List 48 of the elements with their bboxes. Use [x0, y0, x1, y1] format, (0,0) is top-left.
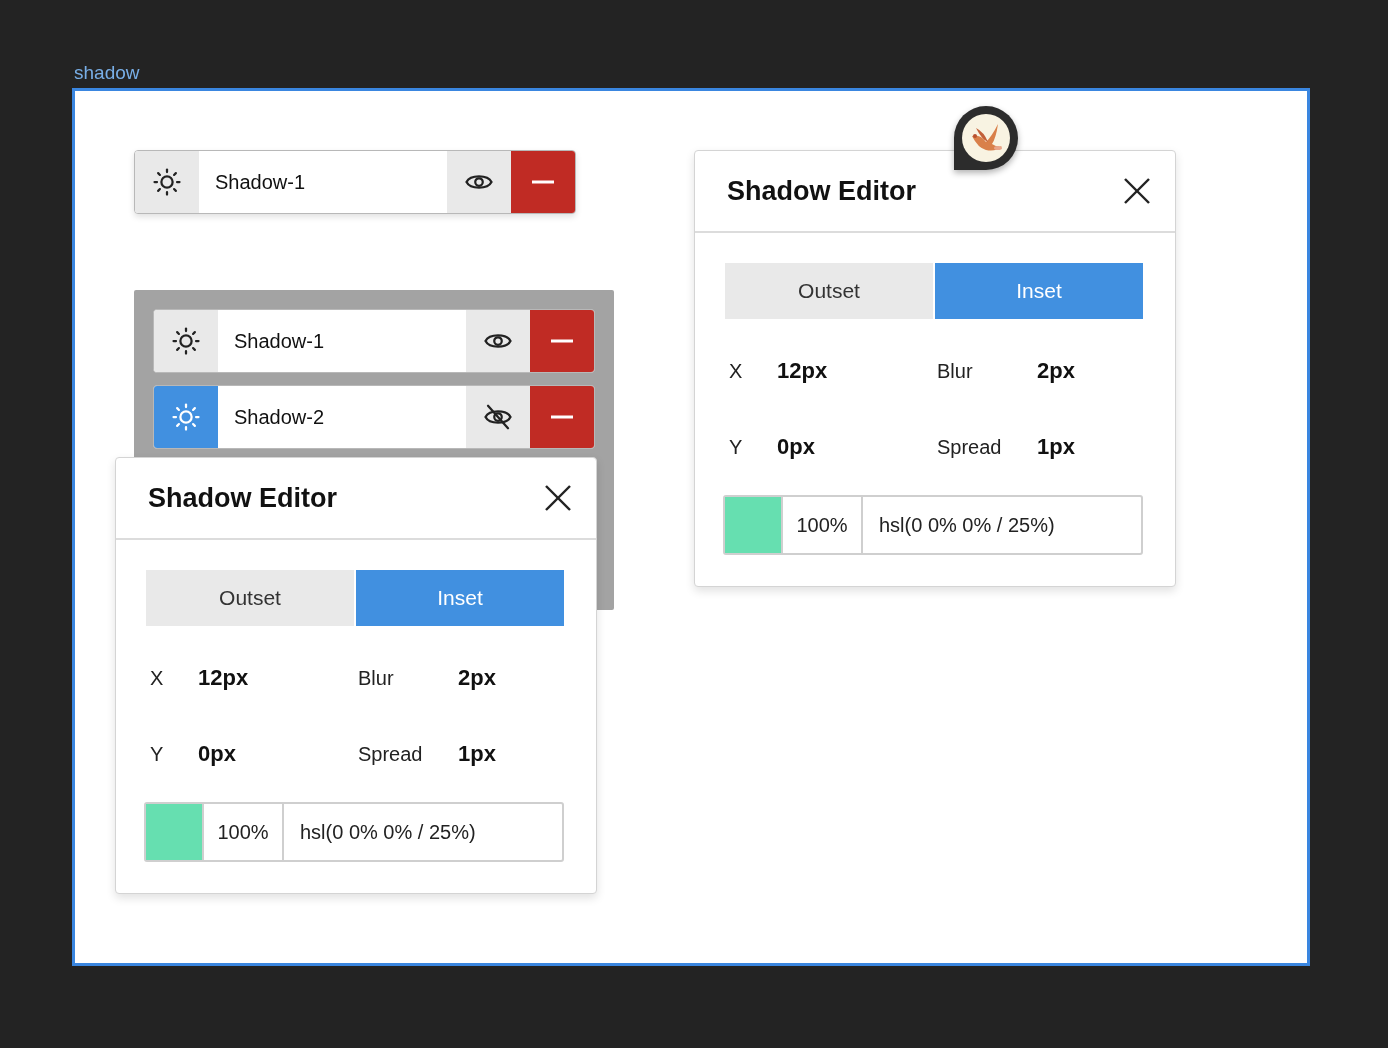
field-label: X [729, 359, 744, 383]
shadow-layer-row[interactable]: Shadow-2 [153, 385, 595, 449]
visibility-button[interactable] [466, 310, 530, 372]
comment-pin[interactable] [954, 106, 1018, 170]
editor-title: Shadow Editor [727, 175, 916, 207]
field-value[interactable]: 12px [777, 358, 937, 384]
layer-select-button[interactable] [135, 151, 199, 213]
color-field[interactable]: 100% hsl(0 0% 0% / 25%) [144, 802, 564, 862]
visibility-button[interactable] [466, 386, 530, 448]
layer-select-button[interactable] [154, 310, 218, 372]
shadow-type-tab[interactable]: Outset [725, 263, 933, 319]
field-label: Y [150, 742, 165, 766]
layer-name: Shadow-2 [233, 404, 326, 430]
shadow-type-tab[interactable]: Outset [146, 570, 354, 626]
minus-icon [551, 415, 573, 419]
field-value[interactable]: 12px [198, 665, 358, 691]
color-swatch[interactable] [146, 804, 202, 860]
shadow-layer-row[interactable]: Shadow-1 [153, 309, 595, 373]
color-value[interactable]: hsl(0 0% 0% / 25%) [284, 804, 476, 860]
color-swatch[interactable] [725, 497, 781, 553]
field-value[interactable]: 1px [458, 741, 564, 767]
color-value[interactable]: hsl(0 0% 0% / 25%) [863, 497, 1055, 553]
field-label: Blur [937, 359, 974, 383]
field-value[interactable]: 0px [198, 741, 358, 767]
opacity-value[interactable]: 100% [202, 804, 284, 860]
field-label: Blur [358, 666, 395, 690]
field-label: Spread [937, 435, 1003, 459]
layer-name: Shadow-1 [233, 328, 326, 354]
opacity-value[interactable]: 100% [781, 497, 863, 553]
sun-icon [152, 167, 182, 197]
field-value[interactable]: 2px [458, 665, 564, 691]
layer-name: Shadow-1 [214, 169, 307, 195]
field-value[interactable]: 2px [1037, 358, 1143, 384]
editor-title: Shadow Editor [148, 482, 337, 514]
field-label: Spread [358, 742, 424, 766]
eye-off-icon [483, 402, 513, 432]
frame-label[interactable]: shadow [72, 58, 1388, 88]
field-label: X [150, 666, 165, 690]
minus-icon [551, 339, 573, 343]
visibility-button[interactable] [447, 151, 511, 213]
field-label: Y [729, 435, 744, 459]
sun-icon [171, 326, 201, 356]
shadow-layer-row[interactable]: Shadow-1 [134, 150, 576, 214]
field-value[interactable]: 1px [1037, 434, 1143, 460]
sun-icon [171, 402, 201, 432]
field-value[interactable]: 0px [777, 434, 937, 460]
color-field[interactable]: 100% hsl(0 0% 0% / 25%) [723, 495, 1143, 555]
minus-icon [532, 180, 554, 184]
